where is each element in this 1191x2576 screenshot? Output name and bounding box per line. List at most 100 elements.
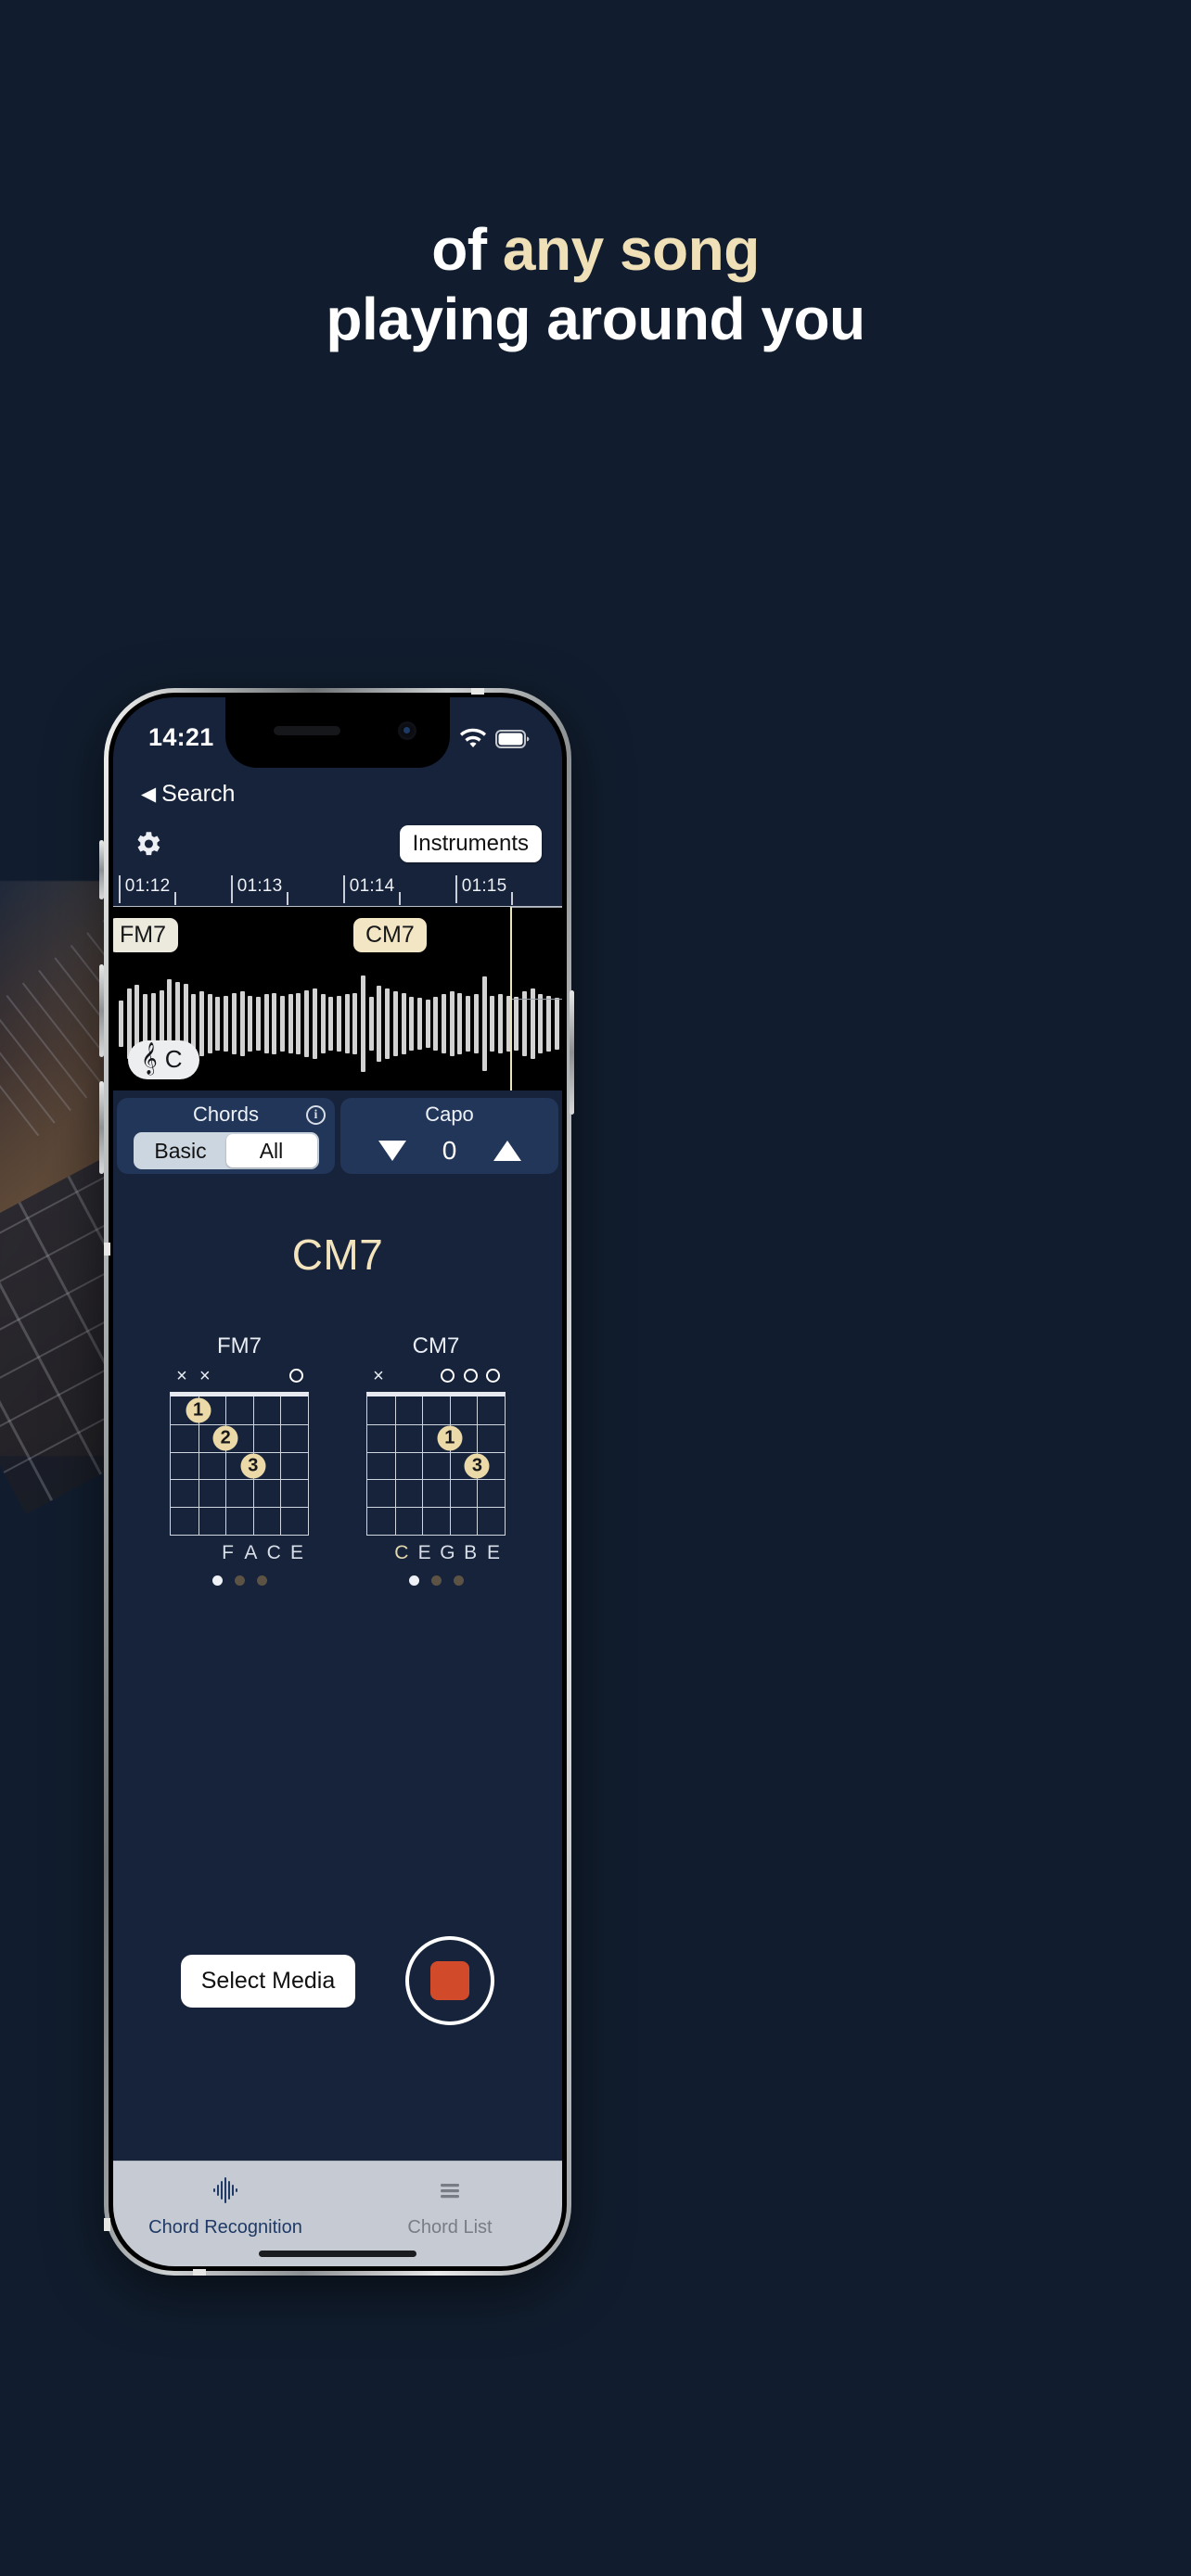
chords-segmented-control[interactable]: Basic All — [133, 1132, 319, 1169]
waveform-bar — [312, 988, 317, 1059]
waveform-bar — [336, 995, 341, 1052]
control-cards: Chords i Basic All Capo 0 — [113, 1092, 562, 1174]
waveform-bar — [522, 991, 527, 1056]
waveform-chord-tag[interactable]: FM7 — [113, 918, 178, 952]
timeline-ruler[interactable]: 01:12 01:13 01:14 01:15 — [113, 874, 562, 907]
treble-clef-icon: 𝄞 — [141, 1043, 158, 1074]
promo-screenshot: of any song playing around you 14:21 ◀ S… — [0, 0, 1191, 2576]
muted-string-icon: × — [198, 1366, 211, 1386]
pager-dot[interactable] — [453, 1575, 464, 1586]
gear-icon[interactable] — [132, 828, 163, 860]
string-marker-none — [220, 1367, 237, 1387]
waveform-bar — [377, 986, 382, 1062]
back-button[interactable]: ◀ Search — [141, 781, 235, 808]
waveform-bar — [280, 995, 285, 1052]
waveform-bar — [344, 994, 350, 1053]
waveform-bar — [320, 994, 326, 1053]
chords-option-all[interactable]: All — [225, 1134, 317, 1167]
fret-line — [171, 1479, 308, 1481]
power-button[interactable] — [570, 990, 574, 1115]
silent-switch[interactable] — [99, 840, 104, 899]
earpiece-speaker — [274, 726, 340, 735]
triangle-up-icon[interactable] — [493, 1141, 521, 1161]
chord-string-markers: × — [366, 1367, 506, 1387]
phone-mockup: 14:21 ◀ Search Instruments 01:12 01:13 0… — [104, 688, 571, 2276]
chord-variant-pager[interactable] — [170, 1575, 309, 1586]
waveform-panel[interactable]: FM7 CM7 𝄞 C — [113, 907, 562, 1090]
fret-line — [367, 1507, 505, 1509]
waveform-bar — [442, 994, 446, 1053]
chord-diagrams: FM7 × × 1 2 3 F A C E CM7 × 13CEGBE — [113, 1333, 562, 1586]
chord-note-label: E — [289, 1542, 303, 1563]
playhead-indicator — [510, 907, 513, 1090]
pager-dot[interactable] — [430, 1575, 442, 1586]
waveform-bar — [481, 976, 487, 1071]
waveform-chord-tag[interactable]: CM7 — [352, 918, 427, 952]
waveform-divider-mid — [511, 999, 562, 1000]
waveform-bar — [272, 992, 277, 1055]
waveform-bar — [207, 994, 212, 1053]
headline-line1-prefix: of — [431, 216, 503, 283]
chord-note-label: C — [394, 1542, 409, 1563]
stop-recording-button[interactable] — [405, 1936, 495, 2025]
fret-line — [367, 1423, 505, 1425]
wifi-icon — [459, 728, 487, 750]
waveform-bar — [497, 994, 503, 1053]
pager-dot[interactable] — [211, 1575, 223, 1586]
chord-note-label: G — [440, 1542, 455, 1563]
phone-screen: 14:21 ◀ Search Instruments 01:12 01:13 0… — [113, 697, 562, 2266]
ruler-major-tick — [455, 875, 457, 903]
chord-detail-area: CM7 FM7 × × 1 2 3 F A C E CM7 × 13CEGBE Select Med… — [113, 1176, 562, 2155]
waveform-bar — [554, 998, 559, 1050]
info-icon[interactable]: i — [306, 1105, 326, 1125]
chord-note-label: F — [222, 1542, 234, 1563]
chords-card-title: Chords — [193, 1103, 259, 1126]
waveform-bar — [361, 975, 365, 1073]
tab-label: Chord List — [407, 2217, 493, 2238]
fret-line — [171, 1507, 308, 1509]
waveform-bar — [457, 992, 463, 1055]
pager-dot[interactable] — [408, 1575, 419, 1586]
triangle-down-icon[interactable] — [378, 1141, 406, 1161]
fretboard-grid: 123 — [170, 1392, 309, 1536]
antenna-band — [471, 688, 484, 695]
headline-line2: playing around you — [326, 285, 865, 352]
tab-bar: Chord Recognition Chord List — [113, 2161, 562, 2266]
waveform-bar — [449, 991, 455, 1056]
string-line — [394, 1396, 396, 1535]
select-media-button[interactable]: Select Media — [180, 1954, 356, 2008]
finger-position-dot: 3 — [464, 1453, 490, 1478]
chord-diagram[interactable]: FM7 × × 123FACE — [170, 1333, 309, 1586]
ruler-minor-tick — [174, 892, 177, 905]
stop-square-icon — [430, 1961, 470, 2000]
open-string-icon — [288, 1367, 305, 1387]
waveform-bar — [473, 994, 479, 1053]
waveform-bar — [490, 995, 495, 1052]
waveform-bar — [263, 994, 269, 1053]
pager-dot[interactable] — [256, 1575, 267, 1586]
waveform-bar — [304, 989, 310, 1058]
chord-diagram[interactable]: CM7 × 13CEGBE — [366, 1333, 506, 1586]
waveform-bar — [466, 995, 471, 1052]
waveform-divider-top — [511, 907, 562, 908]
waveform-bar — [546, 995, 552, 1052]
chords-option-basic[interactable]: Basic — [135, 1134, 226, 1167]
ruler-major-tick — [230, 875, 233, 903]
waveform-bar — [199, 991, 204, 1056]
volume-up-button[interactable] — [99, 964, 104, 1057]
capo-value: 0 — [442, 1136, 457, 1165]
key-signature-badge[interactable]: 𝄞 C — [128, 1040, 199, 1079]
chord-note-labels: CEGBE — [366, 1536, 506, 1564]
pager-dot[interactable] — [234, 1575, 245, 1586]
volume-down-button[interactable] — [99, 1081, 104, 1174]
waveform-bar — [433, 997, 439, 1051]
waveform-bar — [248, 995, 253, 1052]
string-marker-none — [242, 1367, 259, 1387]
string-marker-none — [416, 1367, 433, 1387]
muted-string-icon: × — [373, 1366, 384, 1386]
instruments-button[interactable]: Instruments — [399, 825, 542, 862]
chord-note-label: C — [266, 1542, 281, 1563]
chords-card: Chords i Basic All — [117, 1098, 335, 1174]
chord-variant-pager[interactable] — [366, 1575, 506, 1586]
waveform-bar — [401, 992, 406, 1055]
